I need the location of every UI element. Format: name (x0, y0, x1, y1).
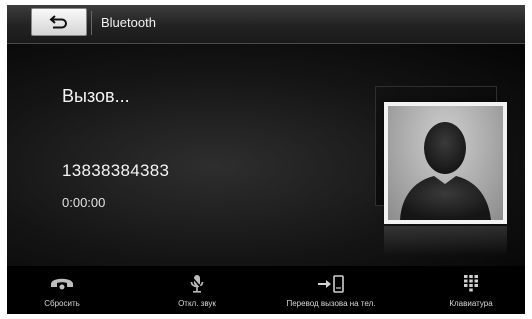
phone-number: 13838384383 (62, 161, 170, 180)
header-bar: Bluetooth (7, 5, 525, 44)
contact-silhouette-icon (388, 106, 503, 220)
call-duration: 0:00:00 (62, 195, 106, 210)
header-divider (91, 11, 92, 35)
back-arrow-icon (49, 15, 67, 29)
call-action-bar: Сбросить Откл. звук Перевод вызова на те… (7, 266, 525, 314)
bluetooth-call-screen: Bluetooth Вызов... 13838384383 0:00:00 С… (7, 5, 525, 314)
mute-button[interactable]: Откл. звук (157, 266, 237, 314)
mute-label: Откл. звук (178, 299, 216, 308)
keypad-label: Клавиатура (449, 299, 493, 308)
back-button[interactable] (31, 8, 87, 36)
transfer-label: Перевод вызова на тел. (286, 299, 376, 308)
keypad-button[interactable]: Клавиатура (431, 266, 511, 314)
hang-up-button[interactable]: Сбросить (27, 266, 97, 314)
mute-microphone-icon (190, 275, 204, 293)
avatar (384, 102, 507, 224)
hang-up-icon (51, 278, 73, 290)
hang-up-label: Сбросить (44, 299, 80, 308)
call-status: Вызов... (62, 86, 130, 106)
transfer-to-phone-icon (318, 275, 344, 293)
header-title: Bluetooth (101, 15, 156, 30)
transfer-to-phone-button[interactable]: Перевод вызова на тел. (279, 266, 383, 314)
call-info-area: Вызов... 13838384383 0:00:00 (7, 44, 525, 266)
keypad-icon (464, 275, 478, 292)
avatar-reflection (384, 226, 507, 256)
